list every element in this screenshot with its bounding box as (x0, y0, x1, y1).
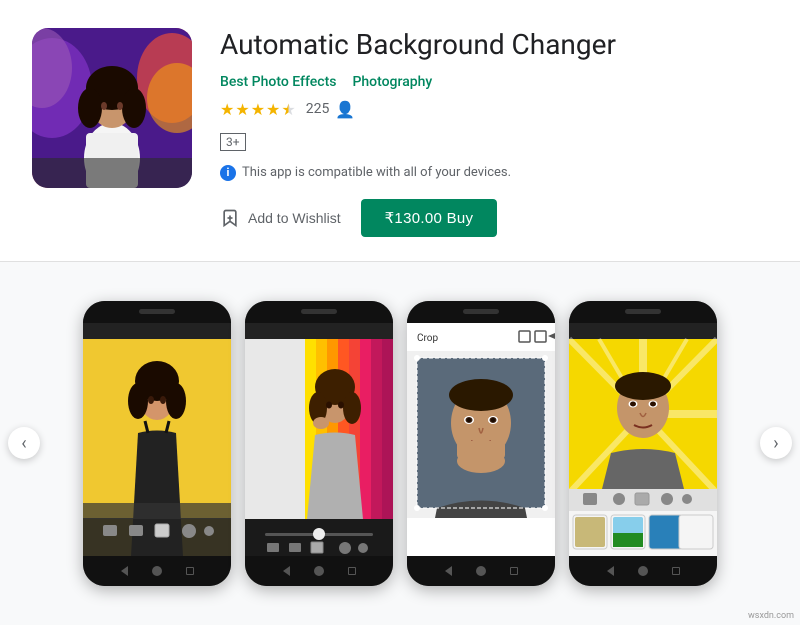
phone-bottom-bar-1 (83, 556, 231, 586)
top-section: Automatic Background Changer Best Photo … (0, 0, 800, 262)
home-nav-1 (152, 566, 162, 576)
app-title: Automatic Background Changer (220, 28, 768, 62)
star-rating: ★ ★ ★ ★ ★ (220, 100, 296, 119)
rating-row: ★ ★ ★ ★ ★ 225 👤 (220, 100, 768, 119)
screenshot-phone-1 (83, 301, 231, 586)
watermark: wsxdn.com (748, 611, 794, 621)
action-row: Add to Wishlist ₹130.00 Buy (220, 199, 768, 237)
scroll-right-arrow[interactable]: › (760, 427, 792, 459)
recents-nav-2 (348, 567, 356, 575)
age-badge-container: 3+ (220, 131, 768, 157)
person-icon: 👤 (335, 100, 355, 119)
recents-nav-4 (672, 567, 680, 575)
screenshot-phone-4 (569, 301, 717, 586)
phone-top-bar-2 (245, 301, 393, 323)
category-photography[interactable]: Photography (352, 74, 432, 90)
phone-screen-4 (569, 323, 717, 556)
phone-top-bar-4 (569, 301, 717, 323)
home-nav-4 (638, 566, 648, 576)
phone-bottom-bar-2 (245, 556, 393, 586)
screenshot-phone-3: Crop (407, 301, 555, 586)
app-page: Automatic Background Changer Best Photo … (0, 0, 800, 625)
screenshot-phone-2 (245, 301, 393, 586)
app-categories: Best Photo Effects Photography (220, 74, 768, 90)
phone-speaker-1 (139, 309, 175, 314)
phone-speaker-3 (463, 309, 499, 314)
star-5-half: ★ (281, 100, 295, 119)
back-nav-3 (445, 566, 452, 576)
recents-nav-3 (510, 567, 518, 575)
wishlist-button[interactable]: Add to Wishlist (220, 208, 341, 228)
phone-bottom-bar-4 (569, 556, 717, 586)
back-nav-4 (607, 566, 614, 576)
age-badge: 3+ (220, 133, 246, 151)
screenshots-section: ‹ (0, 262, 800, 625)
star-3: ★ (251, 100, 265, 119)
phone-top-bar-1 (83, 301, 231, 323)
app-icon (32, 28, 192, 188)
app-info: Automatic Background Changer Best Photo … (220, 28, 768, 237)
wishlist-icon (220, 208, 240, 228)
star-1: ★ (220, 100, 234, 119)
back-nav-2 (283, 566, 290, 576)
phone-bottom-bar-3 (407, 556, 555, 586)
phone-screen-1 (83, 323, 231, 556)
buy-button[interactable]: ₹130.00 Buy (361, 199, 498, 237)
screenshots-container: Crop (40, 301, 760, 586)
home-nav-3 (476, 566, 486, 576)
phone-screen-2 (245, 323, 393, 556)
star-4: ★ (266, 100, 280, 119)
scroll-left-arrow[interactable]: ‹ (8, 427, 40, 459)
left-arrow-icon: ‹ (21, 433, 26, 454)
phone-top-bar-3 (407, 301, 555, 323)
compatibility-text: This app is compatible with all of your … (242, 165, 511, 180)
compatibility-row: i This app is compatible with all of you… (220, 165, 768, 181)
info-icon: i (220, 165, 236, 181)
right-arrow-icon: › (773, 433, 778, 454)
phone-speaker-2 (301, 309, 337, 314)
category-best-photo-effects[interactable]: Best Photo Effects (220, 74, 336, 90)
wishlist-label: Add to Wishlist (248, 210, 341, 226)
phone-screen-3: Crop (407, 323, 555, 556)
phone-speaker-4 (625, 309, 661, 314)
svg-text:Crop: Crop (417, 333, 439, 344)
back-nav-1 (121, 566, 128, 576)
rating-count: 225 (306, 101, 330, 117)
home-nav-2 (314, 566, 324, 576)
star-2: ★ (235, 100, 249, 119)
recents-nav-1 (186, 567, 194, 575)
